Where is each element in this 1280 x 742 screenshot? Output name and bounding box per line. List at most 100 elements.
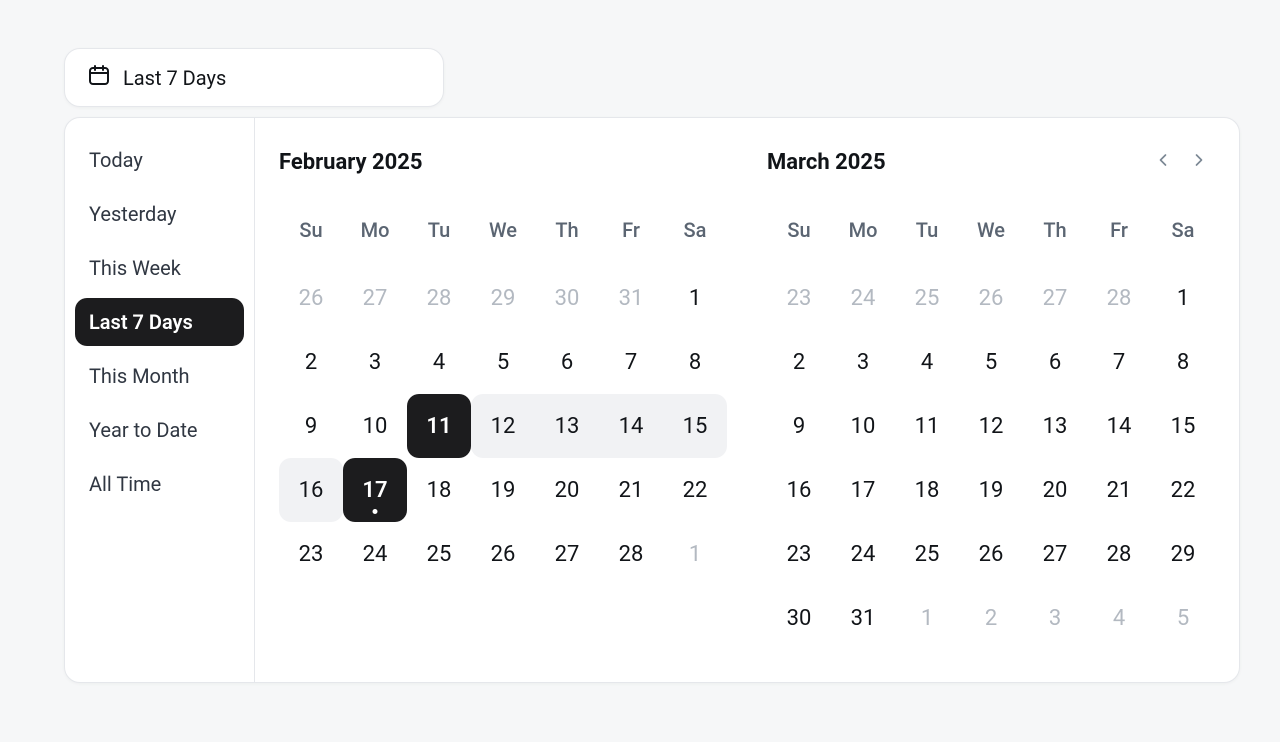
date-range-trigger[interactable]: Last 7 Days (64, 48, 444, 107)
calendar-day-outside[interactable]: 29 (471, 266, 535, 330)
day-of-week-header: Sa (1151, 210, 1215, 250)
calendar-day[interactable]: 7 (1087, 330, 1151, 394)
calendar-day[interactable]: 17 (831, 458, 895, 522)
calendar-day[interactable]: 2 (279, 330, 343, 394)
day-of-week-header: We (959, 210, 1023, 250)
calendar-day[interactable]: 25 (407, 522, 471, 586)
calendar-day[interactable]: 19 (471, 458, 535, 522)
calendar-day[interactable]: 17 (343, 458, 407, 522)
calendar-day[interactable]: 7 (599, 330, 663, 394)
calendar-day[interactable]: 14 (1087, 394, 1151, 458)
calendar-day-outside[interactable]: 24 (831, 266, 895, 330)
calendar-day-outside[interactable]: 1 (663, 522, 727, 586)
calendar-day[interactable]: 12 (959, 394, 1023, 458)
calendar-day[interactable]: 25 (895, 522, 959, 586)
calendar-day[interactable]: 12 (471, 394, 535, 458)
calendar-day[interactable]: 21 (1087, 458, 1151, 522)
calendar-day[interactable]: 11 (895, 394, 959, 458)
calendar-day[interactable]: 15 (1151, 394, 1215, 458)
calendar-day[interactable]: 1 (663, 266, 727, 330)
calendar-day[interactable]: 18 (407, 458, 471, 522)
next-month-button[interactable] (1183, 146, 1215, 178)
calendar-day-outside[interactable]: 25 (895, 266, 959, 330)
preset-item[interactable]: Last 7 Days (75, 298, 244, 346)
calendar-day[interactable]: 5 (959, 330, 1023, 394)
calendar-day[interactable]: 2 (767, 330, 831, 394)
calendar-day[interactable]: 13 (535, 394, 599, 458)
calendar-day[interactable]: 24 (831, 522, 895, 586)
day-of-week-header: Sa (663, 210, 727, 250)
calendar-day-outside[interactable]: 2 (959, 586, 1023, 650)
preset-item[interactable]: This Week (75, 244, 244, 292)
calendar-day[interactable]: 8 (1151, 330, 1215, 394)
preset-item[interactable]: All Time (75, 460, 244, 508)
calendar-day[interactable]: 1 (1151, 266, 1215, 330)
calendar-day[interactable]: 14 (599, 394, 663, 458)
calendar-day[interactable]: 11 (407, 394, 471, 458)
calendar-day[interactable]: 16 (279, 458, 343, 522)
calendar-day[interactable]: 3 (831, 330, 895, 394)
calendar-day-outside[interactable]: 4 (1087, 586, 1151, 650)
calendar-day-outside[interactable]: 31 (599, 266, 663, 330)
day-of-week-header: Mo (343, 210, 407, 250)
preset-item-label: This Month (89, 364, 190, 388)
calendar-day-outside[interactable]: 5 (1151, 586, 1215, 650)
calendar-day[interactable]: 6 (535, 330, 599, 394)
calendar-day[interactable]: 19 (959, 458, 1023, 522)
calendar-day[interactable]: 28 (599, 522, 663, 586)
calendar-day[interactable]: 24 (343, 522, 407, 586)
preset-list: Today Yesterday This Week Last 7 Days This M… (65, 118, 255, 682)
calendar-day[interactable]: 30 (767, 586, 831, 650)
calendar-day[interactable]: 10 (343, 394, 407, 458)
calendar-day[interactable]: 15 (663, 394, 727, 458)
day-of-week-header: We (471, 210, 535, 250)
calendar-month: February 2025SuMoTuWeThFrSa2627282930311… (279, 142, 727, 650)
calendar-day[interactable]: 21 (599, 458, 663, 522)
calendar-day[interactable]: 16 (767, 458, 831, 522)
calendar-day[interactable]: 20 (1023, 458, 1087, 522)
calendar-day-outside[interactable]: 26 (959, 266, 1023, 330)
calendar-day[interactable]: 26 (471, 522, 535, 586)
calendar-day[interactable]: 6 (1023, 330, 1087, 394)
calendar-day[interactable]: 27 (535, 522, 599, 586)
calendar-day[interactable]: 13 (1023, 394, 1087, 458)
calendar-day-outside[interactable]: 27 (1023, 266, 1087, 330)
calendar-day-outside[interactable]: 30 (535, 266, 599, 330)
calendar-day-outside[interactable]: 23 (767, 266, 831, 330)
preset-item-label: Yesterday (89, 202, 177, 226)
calendar-icon (87, 63, 111, 92)
preset-item-label: Today (89, 148, 143, 172)
calendar-day[interactable]: 27 (1023, 522, 1087, 586)
calendar-day[interactable]: 9 (279, 394, 343, 458)
preset-item[interactable]: This Month (75, 352, 244, 400)
calendar-day[interactable]: 23 (767, 522, 831, 586)
calendar-day[interactable]: 10 (831, 394, 895, 458)
preset-item[interactable]: Today (75, 136, 244, 184)
calendar-day[interactable]: 5 (471, 330, 535, 394)
prev-month-button[interactable] (1147, 146, 1179, 178)
calendar-day[interactable]: 22 (663, 458, 727, 522)
calendar-day-outside[interactable]: 3 (1023, 586, 1087, 650)
day-of-week-header: Fr (1087, 210, 1151, 250)
calendar-day-outside[interactable]: 28 (1087, 266, 1151, 330)
calendar-day[interactable]: 9 (767, 394, 831, 458)
calendar-day[interactable]: 28 (1087, 522, 1151, 586)
preset-item[interactable]: Yesterday (75, 190, 244, 238)
calendar-day[interactable]: 22 (1151, 458, 1215, 522)
calendar-day[interactable]: 3 (343, 330, 407, 394)
calendar-day-outside[interactable]: 27 (343, 266, 407, 330)
calendar-day[interactable]: 29 (1151, 522, 1215, 586)
calendar-day-outside[interactable]: 26 (279, 266, 343, 330)
date-range-trigger-label: Last 7 Days (123, 66, 226, 90)
calendar-day[interactable]: 8 (663, 330, 727, 394)
calendar-day[interactable]: 4 (895, 330, 959, 394)
preset-item[interactable]: Year to Date (75, 406, 244, 454)
calendar-day[interactable]: 18 (895, 458, 959, 522)
calendar-day[interactable]: 31 (831, 586, 895, 650)
calendar-day[interactable]: 20 (535, 458, 599, 522)
calendar-day[interactable]: 26 (959, 522, 1023, 586)
calendar-day-outside[interactable]: 28 (407, 266, 471, 330)
calendar-day[interactable]: 4 (407, 330, 471, 394)
calendar-day[interactable]: 23 (279, 522, 343, 586)
calendar-day-outside[interactable]: 1 (895, 586, 959, 650)
